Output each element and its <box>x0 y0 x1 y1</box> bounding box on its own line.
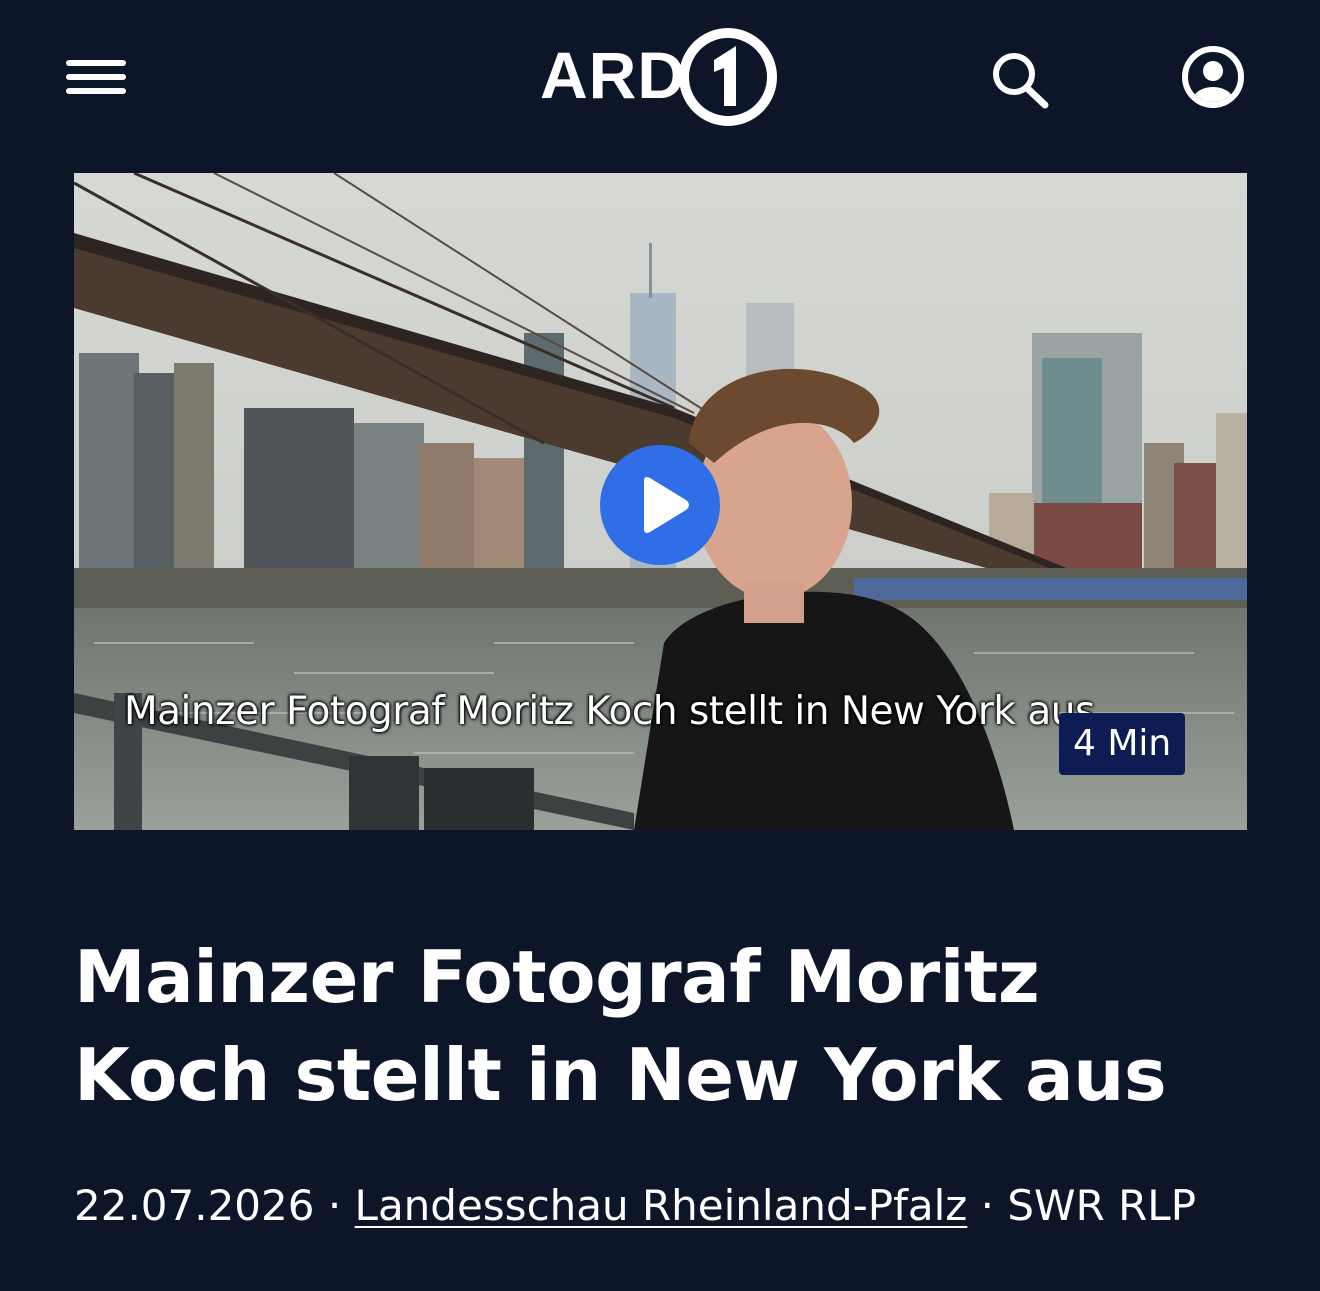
show-link[interactable]: Landesschau Rheinland-Pfalz <box>355 1181 968 1230</box>
menu-icon-line-1 <box>66 60 126 66</box>
video-caption: Mainzer Fotograf Moritz Koch stellt in N… <box>124 689 1095 734</box>
menu-icon-line-2 <box>66 74 126 80</box>
publish-date: 22.07.2026 <box>74 1181 315 1230</box>
ard-one-logo-icon <box>679 28 777 126</box>
logo-text: ARD <box>540 38 686 112</box>
broadcaster-label: SWR RLP <box>1007 1181 1197 1230</box>
play-icon <box>644 477 689 533</box>
account-button[interactable] <box>1178 42 1248 112</box>
video-player[interactable]: Mainzer Fotograf Moritz Koch stellt in N… <box>74 173 1247 830</box>
meta-separator: · <box>314 1181 355 1230</box>
ard-logo[interactable]: ARD <box>540 20 780 134</box>
article-meta: 22.07.2026 · Landesschau Rheinland-Pfalz… <box>74 1178 1196 1234</box>
top-navigation-bar: ARD <box>0 0 1320 150</box>
article-title: Mainzer Fotograf Moritz Koch stellt in N… <box>74 935 1167 1117</box>
search-button[interactable] <box>988 50 1052 110</box>
menu-icon-line-3 <box>66 88 126 94</box>
duration-badge: 4 Min <box>1059 713 1186 775</box>
hamburger-menu-button[interactable] <box>62 52 130 102</box>
search-icon <box>993 53 1049 109</box>
user-account-icon <box>1182 46 1244 108</box>
play-button[interactable] <box>600 445 720 565</box>
meta-separator: · <box>967 1181 1008 1230</box>
